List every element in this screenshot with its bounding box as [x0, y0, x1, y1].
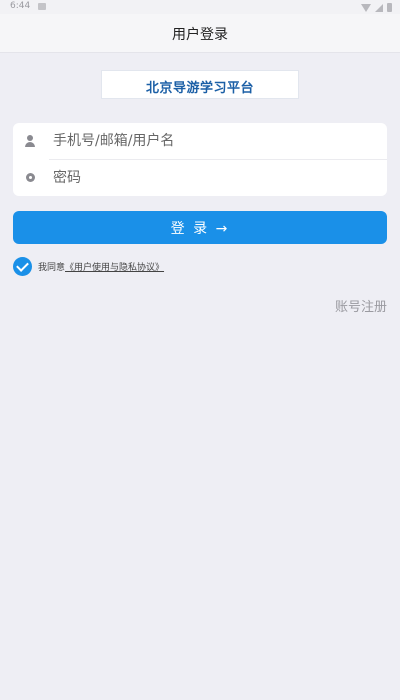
agreement-prefix: 我同意	[38, 263, 66, 273]
login-form-card	[13, 123, 387, 196]
username-input[interactable]	[53, 130, 373, 152]
key-icon	[26, 173, 35, 182]
agreement-checkbox[interactable]	[13, 257, 32, 276]
agreement-row: 我同意《用户使用与隐私协议》	[13, 257, 313, 277]
login-button[interactable]: 登 录 →	[13, 211, 387, 244]
signal-icon	[375, 3, 383, 12]
user-icon	[24, 135, 36, 147]
logo-banner: 北京导游学习平台	[101, 70, 299, 99]
agreement-text: 我同意《用户使用与隐私协议》	[38, 260, 164, 273]
username-row	[13, 123, 387, 160]
password-row	[13, 160, 387, 196]
notification-icon	[38, 3, 46, 10]
agreement-link[interactable]: 《用户使用与隐私协议》	[65, 263, 164, 273]
check-icon	[16, 259, 29, 272]
password-input[interactable]	[53, 167, 373, 189]
status-bar: 6:44	[0, 0, 400, 14]
battery-icon	[387, 3, 392, 12]
title-bar: 用户登录	[0, 14, 400, 53]
wifi-icon	[361, 3, 371, 12]
page-title: 用户登录	[172, 27, 228, 43]
register-link[interactable]: 账号注册	[335, 296, 387, 315]
status-icons	[361, 3, 392, 12]
logo-text: 北京导游学习平台	[145, 81, 254, 96]
status-time: 6:44	[10, 1, 31, 11]
